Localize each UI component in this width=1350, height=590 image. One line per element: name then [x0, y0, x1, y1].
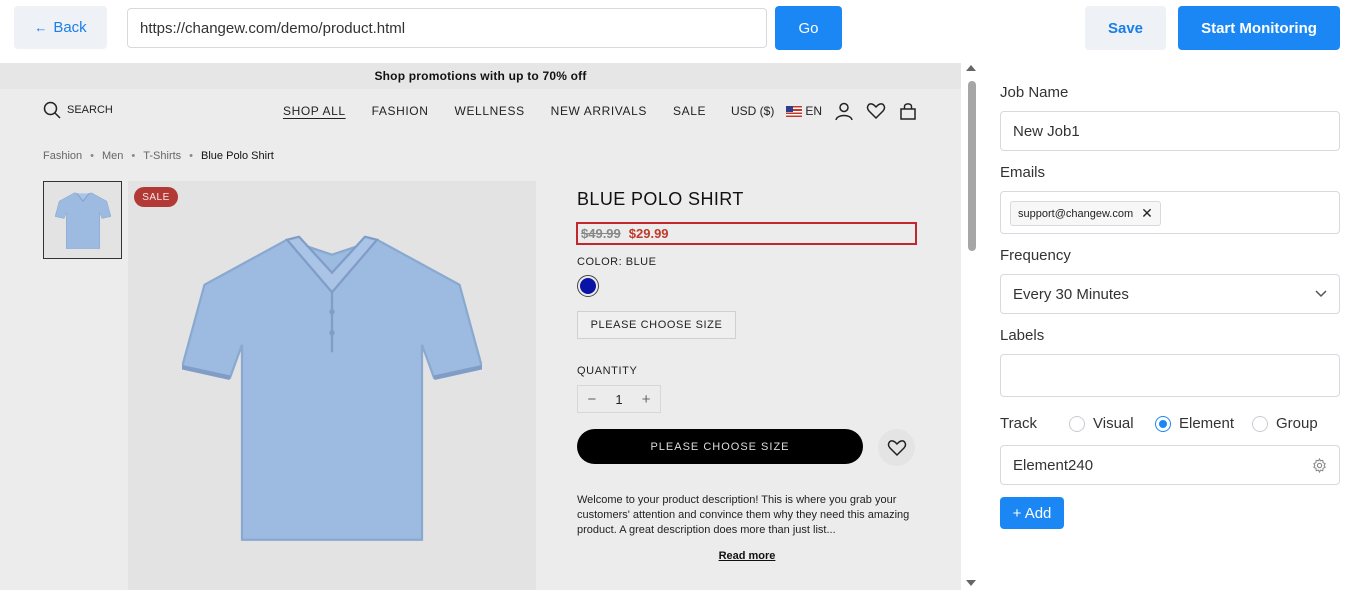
radio-visual-label: Visual: [1093, 415, 1134, 432]
scroll-down-arrow-icon[interactable]: [966, 580, 976, 586]
breadcrumb: Fashion • Men • T-Shirts • Blue Polo Shi…: [43, 150, 274, 162]
store-nav: SHOP ALL FASHION WELLNESS NEW ARRIVALS S…: [283, 104, 706, 118]
job-name-label: Job Name: [1000, 84, 1069, 101]
top-toolbar: ← Back Go Save Start Monitoring: [0, 0, 1350, 63]
radio-group[interactable]: [1252, 415, 1268, 432]
track-option-element[interactable]: Element: [1155, 415, 1234, 432]
minus-icon[interactable]: −: [588, 391, 597, 408]
emails-label: Emails: [1000, 164, 1046, 181]
sale-badge: SALE: [134, 187, 178, 207]
search-label: SEARCH: [67, 104, 113, 116]
language-selector[interactable]: EN: [786, 104, 822, 118]
back-button-label: Back: [53, 19, 87, 36]
currency-selector[interactable]: USD ($): [731, 104, 774, 118]
track-label: Track: [1000, 415, 1037, 432]
job-settings-panel: Job Name Emails support@changew.com ✕ Fr…: [983, 63, 1350, 590]
quantity-value: 1: [615, 391, 623, 407]
cart-icon[interactable]: [898, 101, 918, 121]
radio-element-label: Element: [1179, 415, 1235, 432]
labels-label: Labels: [1000, 327, 1045, 344]
breadcrumb-separator: •: [131, 150, 136, 162]
job-name-input[interactable]: [1000, 111, 1340, 151]
polo-shirt-thumbnail-image: [54, 192, 111, 249]
plus-icon[interactable]: +: [642, 391, 651, 408]
email-tag-label: support@changew.com: [1018, 207, 1134, 220]
breadcrumb-item[interactable]: Men: [102, 150, 123, 162]
product-title: BLUE POLO SHIRT: [577, 189, 744, 209]
heart-icon: [887, 439, 906, 456]
chevron-down-icon: [1315, 290, 1327, 298]
url-input[interactable]: [127, 8, 767, 48]
color-label: COLOR: BLUE: [577, 256, 657, 268]
frequency-select[interactable]: Every 30 Minutes: [1000, 274, 1340, 314]
back-button[interactable]: ← Back: [14, 6, 107, 49]
radio-visual[interactable]: [1069, 415, 1085, 432]
frequency-value: Every 30 Minutes: [1013, 285, 1129, 303]
breadcrumb-item[interactable]: Fashion: [43, 150, 82, 162]
breadcrumb-separator: •: [189, 150, 194, 162]
close-icon[interactable]: ✕: [1141, 205, 1153, 222]
go-button[interactable]: Go: [775, 6, 842, 50]
language-label: EN: [805, 104, 823, 118]
arrow-left-icon: ←: [34, 20, 48, 35]
page-preview[interactable]: Shop promotions with up to 70% off SEARC…: [0, 63, 961, 590]
breadcrumb-current: Blue Polo Shirt: [201, 150, 274, 162]
scroll-up-arrow-icon[interactable]: [966, 65, 976, 71]
radio-group-label: Group: [1276, 415, 1318, 432]
product-main-image[interactable]: [128, 181, 536, 590]
nav-wellness[interactable]: WELLNESS: [455, 104, 525, 118]
quantity-label: QUANTITY: [577, 365, 638, 377]
price-sale: $29.99: [628, 226, 669, 241]
store-search[interactable]: SEARCH: [43, 101, 113, 119]
quantity-stepper[interactable]: − 1 +: [577, 385, 661, 413]
color-swatch-blue[interactable]: [577, 275, 599, 297]
nav-shop-all[interactable]: SHOP ALL: [283, 104, 346, 118]
element-selector-value: Element240: [1013, 456, 1094, 474]
us-flag-icon: [786, 106, 803, 118]
promo-banner: Shop promotions with up to 70% off: [0, 63, 961, 89]
nav-fashion[interactable]: FASHION: [372, 104, 429, 118]
add-button[interactable]: + Add: [1000, 497, 1064, 529]
emails-field[interactable]: support@changew.com ✕: [1000, 191, 1340, 234]
store-nav-right: USD ($) EN: [731, 101, 918, 121]
heart-icon[interactable]: [866, 101, 886, 121]
labels-input[interactable]: [1000, 354, 1340, 397]
track-options: Track Visual Element Group: [1000, 415, 1340, 435]
element-selector-field[interactable]: Element240: [1000, 445, 1340, 485]
scroll-thumb[interactable]: [968, 81, 976, 251]
radio-element[interactable]: [1155, 415, 1171, 432]
save-button[interactable]: Save: [1085, 6, 1166, 50]
preview-scrollbar[interactable]: [961, 63, 983, 590]
email-tag: support@changew.com ✕: [1010, 201, 1161, 226]
breadcrumb-item[interactable]: T-Shirts: [143, 150, 181, 162]
product-thumbnail[interactable]: [43, 181, 122, 259]
start-monitoring-button[interactable]: Start Monitoring: [1178, 6, 1340, 50]
search-icon: [43, 101, 61, 119]
breadcrumb-separator: •: [90, 150, 94, 162]
add-to-cart-button[interactable]: PLEASE CHOOSE SIZE: [577, 429, 863, 464]
track-option-group[interactable]: Group: [1252, 415, 1318, 432]
choose-size-button[interactable]: PLEASE CHOOSE SIZE: [577, 311, 736, 339]
product-description: Welcome to your product description! Thi…: [577, 494, 910, 536]
frequency-label: Frequency: [1000, 247, 1071, 264]
wishlist-button[interactable]: [878, 429, 915, 466]
price-original: $49.99: [581, 226, 621, 241]
read-more-link[interactable]: Read more: [577, 550, 917, 562]
nav-new-arrivals[interactable]: NEW ARRIVALS: [551, 104, 647, 118]
selected-element-highlight[interactable]: $49.99 $29.99: [576, 222, 917, 245]
gear-icon[interactable]: [1312, 457, 1327, 473]
user-icon[interactable]: [834, 101, 854, 121]
polo-shirt-image: [182, 234, 482, 541]
nav-sale[interactable]: SALE: [673, 104, 706, 118]
track-option-visual[interactable]: Visual: [1069, 415, 1134, 432]
